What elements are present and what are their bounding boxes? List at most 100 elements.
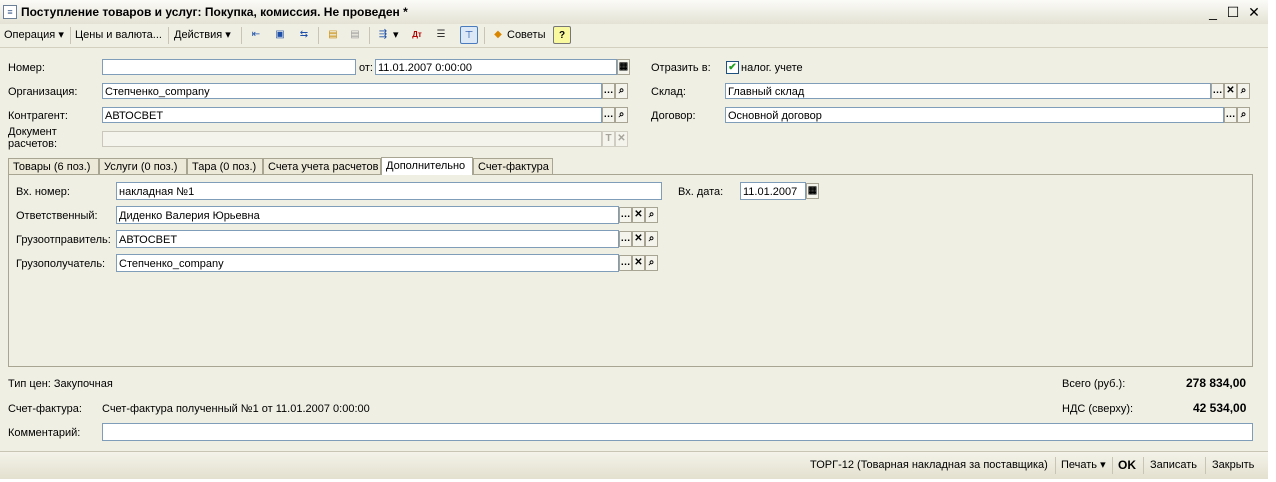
comment-label: Комментарий: bbox=[8, 427, 81, 439]
chevron-down-icon[interactable]: ▾ bbox=[393, 27, 399, 44]
document-icon: ≡ bbox=[3, 5, 17, 19]
separator bbox=[1055, 457, 1056, 474]
responsible-input[interactable]: Диденко Валерия Юрьевна bbox=[116, 206, 619, 224]
ok-button[interactable]: OK bbox=[1118, 457, 1136, 474]
select-icon[interactable]: … bbox=[619, 231, 632, 247]
calendar-icon[interactable]: ▦ bbox=[617, 59, 630, 75]
create-based-icon[interactable]: ⇶ bbox=[374, 26, 392, 44]
bottom-bar: ТОРГ-12 (Товарная накладная за поставщик… bbox=[0, 451, 1268, 479]
organization-input[interactable]: Степченко_company bbox=[102, 83, 602, 99]
settlement-doc-input[interactable] bbox=[102, 131, 602, 147]
dt-kt-icon[interactable]: Дт bbox=[408, 26, 426, 44]
responsible-label: Ответственный: bbox=[16, 210, 98, 222]
actions-menu[interactable]: Действия ▾ bbox=[174, 27, 231, 44]
structure-icon[interactable]: ☰ bbox=[432, 26, 450, 44]
tips-button[interactable]: Советы bbox=[507, 27, 545, 44]
search-icon[interactable]: ⌕ bbox=[645, 207, 658, 223]
hierarchy-icon[interactable]: ⊤ bbox=[460, 26, 478, 44]
title-bar: ≡ Поступление товаров и услуг: Покупка, … bbox=[0, 0, 1268, 25]
select-icon[interactable]: … bbox=[619, 255, 632, 271]
tab-additional[interactable]: Дополнительно bbox=[381, 157, 473, 175]
unpost-document-icon[interactable]: ▤ bbox=[346, 26, 364, 44]
select-icon[interactable]: … bbox=[602, 83, 615, 99]
in-number-label: Вх. номер: bbox=[16, 186, 70, 198]
number-label: Номер: bbox=[8, 62, 45, 74]
window-title: Поступление товаров и услуг: Покупка, ко… bbox=[21, 5, 408, 19]
clear-icon[interactable]: ✕ bbox=[1224, 83, 1237, 99]
date-label: от: bbox=[359, 62, 373, 74]
shipper-label: Грузоотправитель: bbox=[16, 234, 111, 246]
date-input[interactable]: 11.01.2007 0:00:00 bbox=[375, 59, 617, 75]
separator bbox=[369, 27, 370, 44]
tax-accounting-checkbox[interactable]: ✔ bbox=[726, 61, 739, 74]
toolbar: Операция ▾ Цены и валюта... Действия ▾ ⇤… bbox=[0, 24, 1268, 48]
tab-services[interactable]: Услуги (0 поз.) bbox=[99, 158, 187, 174]
post-document-icon[interactable]: ▤ bbox=[324, 26, 342, 44]
comment-input[interactable] bbox=[102, 423, 1253, 441]
clear-icon[interactable]: ✕ bbox=[632, 255, 645, 271]
document-window: ≡ Поступление товаров и услуг: Покупка, … bbox=[0, 0, 1269, 479]
separator bbox=[70, 27, 71, 44]
torg12-print-button[interactable]: ТОРГ-12 (Товарная накладная за поставщик… bbox=[810, 457, 1048, 474]
in-date-label: Вх. дата: bbox=[678, 186, 724, 198]
tab-goods[interactable]: Товары (6 поз.) bbox=[8, 158, 99, 174]
total-value: 278 834,00 bbox=[1186, 376, 1247, 390]
warehouse-label: Склад: bbox=[651, 86, 686, 98]
price-type-text[interactable]: Тип цен: Закупочная bbox=[8, 378, 113, 390]
vat-label: НДС (сверху): bbox=[1062, 403, 1134, 415]
maximize-icon[interactable]: ☐ bbox=[1224, 3, 1242, 21]
search-icon[interactable]: ⌕ bbox=[615, 107, 628, 123]
minimize-icon[interactable]: _ bbox=[1204, 3, 1222, 21]
clear-icon[interactable]: ✕ bbox=[615, 131, 628, 147]
search-icon[interactable]: ⌕ bbox=[645, 231, 658, 247]
select-icon[interactable]: … bbox=[1224, 107, 1237, 123]
shipper-input[interactable]: АВТОСВЕТ bbox=[116, 230, 619, 248]
tax-accounting-label: налог. учете bbox=[741, 62, 803, 74]
search-icon[interactable]: ⌕ bbox=[645, 255, 658, 271]
separator bbox=[241, 27, 242, 44]
organization-label: Организация: bbox=[8, 86, 78, 98]
clear-icon[interactable]: ✕ bbox=[632, 207, 645, 223]
tips-icon[interactable]: ◆ bbox=[489, 26, 507, 44]
invoice-link[interactable]: Счет-фактура полученный №1 от 11.01.2007… bbox=[102, 403, 370, 415]
refresh-icon[interactable]: ▣ bbox=[271, 26, 289, 44]
contract-input[interactable]: Основной договор bbox=[725, 107, 1224, 123]
arrow-left-icon[interactable]: ⇤ bbox=[247, 26, 265, 44]
consignee-input[interactable]: Степченко_company bbox=[116, 254, 619, 272]
close-button[interactable]: Закрыть bbox=[1212, 457, 1254, 474]
vat-value: 42 534,00 bbox=[1193, 401, 1247, 415]
separator bbox=[1143, 457, 1144, 474]
type-icon[interactable]: T bbox=[602, 131, 615, 147]
in-date-input[interactable]: 11.01.2007 bbox=[740, 182, 806, 200]
separator bbox=[1112, 457, 1113, 474]
prices-currency-button[interactable]: Цены и валюта... bbox=[75, 27, 162, 44]
tab-containers[interactable]: Тара (0 поз.) bbox=[187, 158, 263, 174]
separator bbox=[168, 27, 169, 44]
number-input[interactable] bbox=[102, 59, 356, 75]
operation-menu[interactable]: Операция ▾ bbox=[4, 27, 64, 44]
select-icon[interactable]: … bbox=[619, 207, 632, 223]
print-menu[interactable]: Печать ▾ bbox=[1061, 457, 1106, 474]
search-icon[interactable]: ⌕ bbox=[615, 83, 628, 99]
background-edge bbox=[1268, 0, 1276, 482]
search-icon[interactable]: ⌕ bbox=[1237, 107, 1250, 123]
warehouse-input[interactable]: Главный склад bbox=[725, 83, 1211, 99]
save-button[interactable]: Записать bbox=[1150, 457, 1197, 474]
separator bbox=[318, 27, 319, 44]
copy-icon[interactable]: ⇆ bbox=[295, 26, 313, 44]
reflect-label: Отразить в: bbox=[651, 62, 711, 74]
total-label: Всего (руб.): bbox=[1062, 378, 1126, 390]
tab-invoice[interactable]: Счет-фактура bbox=[473, 158, 553, 174]
contractor-input[interactable]: АВТОСВЕТ bbox=[102, 107, 602, 123]
help-icon[interactable]: ? bbox=[553, 26, 571, 44]
contractor-label: Контрагент: bbox=[8, 110, 68, 122]
clear-icon[interactable]: ✕ bbox=[632, 231, 645, 247]
in-number-input[interactable]: накладная №1 bbox=[116, 182, 662, 200]
settlement-doc-label: Документ расчетов: bbox=[8, 126, 58, 150]
close-icon[interactable]: ✕ bbox=[1245, 3, 1263, 21]
select-icon[interactable]: … bbox=[1211, 83, 1224, 99]
tab-settlement-accounts[interactable]: Счета учета расчетов bbox=[263, 158, 381, 174]
search-icon[interactable]: ⌕ bbox=[1237, 83, 1250, 99]
calendar-icon[interactable]: ▦ bbox=[806, 183, 819, 199]
select-icon[interactable]: … bbox=[602, 107, 615, 123]
